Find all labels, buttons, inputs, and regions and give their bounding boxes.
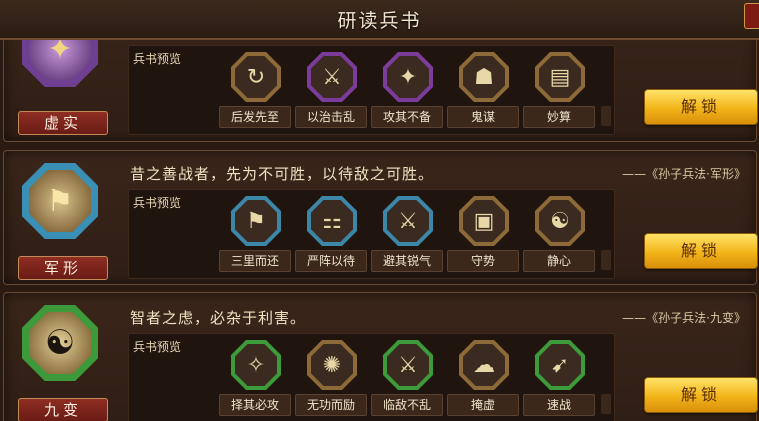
section-quote: 昔之善战者，先为不可胜，以待敌之可胜。 — [130, 165, 435, 183]
soldier-icon: ⚔ — [383, 196, 433, 246]
section-junxing: ⚑ 军形 昔之善战者，先为不可胜，以待敌之可胜。 ——《孙子兵法·军形》 兵书预… — [3, 150, 758, 285]
book-preview-panel: 兵书预览 ↻ 后发先至 ⚔ 以治击乱 ✦ 攻其不备 ☗ 鬼谋 ▤ 妙算 — [128, 45, 615, 135]
target-icon: ✧ — [231, 340, 281, 390]
banner-icon: ⚑ — [231, 196, 281, 246]
meditation-icon: ☯ — [535, 196, 585, 246]
quote-source: ——《孙子兵法·军形》 — [622, 167, 746, 181]
charge-icon: ➹ — [535, 340, 585, 390]
book-item[interactable]: ▣ 守势 — [447, 194, 519, 274]
book-item-partial — [601, 394, 611, 414]
yin-yang-icon: ☯ — [44, 323, 76, 363]
book-item[interactable]: ⚔ 避其锐气 — [371, 194, 443, 274]
section-name-plate: 军形 — [18, 256, 108, 280]
junxing-emblem-icon: ⚑ — [46, 183, 74, 219]
xushi-emblem-icon: ✦ — [47, 40, 73, 67]
warrior-icon: ⚔ — [307, 52, 357, 102]
junxing-emblem: ⚑ — [22, 163, 98, 239]
book-item[interactable]: ➹ 速战 — [523, 338, 595, 418]
page-title: 研读兵书 — [337, 9, 422, 32]
scroll-icon: ▤ — [535, 52, 585, 102]
section-name-plate: 虚实 — [18, 111, 108, 135]
book-item[interactable]: ⚏ 严阵以待 — [295, 194, 367, 274]
dancer-icon: ✦ — [383, 52, 433, 102]
book-preview-label: 兵书预览 — [133, 340, 182, 354]
fortress-icon: ▣ — [459, 196, 509, 246]
book-item[interactable]: ↻ 后发先至 — [219, 50, 291, 130]
calm-warrior-icon: ⚔ — [383, 340, 433, 390]
jiubian-emblem: ☯ — [22, 305, 98, 381]
book-item[interactable]: ▤ 妙算 — [523, 50, 595, 130]
section-quote: 智者之虑，必杂于利害。 — [130, 309, 307, 327]
book-preview-panel: 兵书预览 ⚑ 三里而还 ⚏ 严阵以待 ⚔ 避其锐气 ▣ 守势 ☯ 静心 — [128, 189, 615, 279]
unlock-button[interactable]: 解锁 — [644, 89, 758, 125]
book-item[interactable]: ✧ 择其必攻 — [219, 338, 291, 418]
strategist-icon: ☗ — [459, 52, 509, 102]
title-bar: 研读兵书 — [0, 0, 759, 40]
book-item[interactable]: ☗ 鬼谋 — [447, 50, 519, 130]
book-item-partial — [601, 106, 611, 126]
section-xushi: ✦ 虚实 兵书预览 ↻ 后发先至 ⚔ 以治击乱 ✦ 攻其不备 ☗ 鬼谋 ▤ 妙算… — [3, 40, 758, 142]
book-item[interactable]: ⚔ 临敌不乱 — [371, 338, 443, 418]
quote-source: ——《孙子兵法·九变》 — [622, 311, 746, 325]
book-preview-label: 兵书预览 — [133, 196, 182, 210]
cheer-icon: ✺ — [307, 340, 357, 390]
book-item[interactable]: ✦ 攻其不备 — [371, 50, 443, 130]
book-preview-panel: 兵书预览 ✧ 择其必攻 ✺ 无功而励 ⚔ 临敌不乱 ☁ 掩虚 ➹ 速战 — [128, 333, 615, 421]
army-formation-icon: ⚏ — [307, 196, 357, 246]
strategy-book-list[interactable]: ✦ 虚实 兵书预览 ↻ 后发先至 ⚔ 以治击乱 ✦ 攻其不备 ☗ 鬼谋 ▤ 妙算… — [0, 40, 759, 421]
book-preview-label: 兵书预览 — [133, 52, 182, 66]
book-item[interactable]: ⚔ 以治击乱 — [295, 50, 367, 130]
arrow-swirl-icon: ↻ — [231, 52, 281, 102]
book-item-partial — [601, 250, 611, 270]
section-jiubian: ☯ 九变 智者之虑，必杂于利害。 ——《孙子兵法·九变》 兵书预览 ✧ 择其必攻… — [3, 292, 758, 421]
section-name-plate: 九变 — [18, 398, 108, 421]
unlock-button[interactable]: 解锁 — [644, 233, 758, 269]
book-item[interactable]: ☯ 静心 — [523, 194, 595, 274]
book-item[interactable]: ✺ 无功而励 — [295, 338, 367, 418]
book-item[interactable]: ⚑ 三里而还 — [219, 194, 291, 274]
unlock-button[interactable]: 解锁 — [644, 377, 758, 413]
cloak-icon: ☁ — [459, 340, 509, 390]
book-item[interactable]: ☁ 掩虚 — [447, 338, 519, 418]
close-button[interactable] — [744, 3, 759, 29]
xushi-emblem: ✦ — [22, 40, 98, 87]
